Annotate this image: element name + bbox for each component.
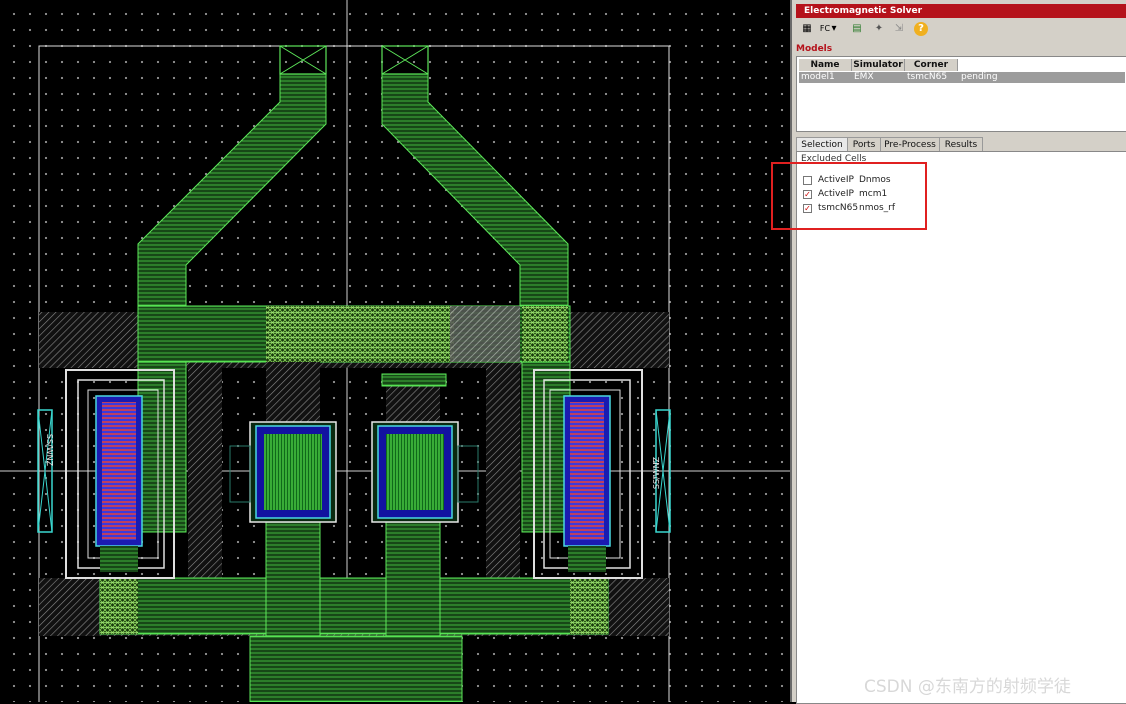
tab-results[interactable]: Results xyxy=(939,137,983,152)
device-label-left: SS/WNZ xyxy=(45,434,54,467)
model-simulator: EMX xyxy=(854,72,874,82)
model-corner: tsmcN65 xyxy=(907,72,948,82)
col-header-corner[interactable]: Corner xyxy=(905,59,958,71)
tab-ports[interactable]: Ports xyxy=(847,137,881,152)
model-status: pending xyxy=(961,72,998,82)
layout-canvas[interactable]: SS/WNZ SS/WNZ xyxy=(0,0,790,702)
device-label-right: SS/WNZ xyxy=(652,456,661,489)
tab-pre-process[interactable]: Pre-Process xyxy=(880,137,940,152)
watermark: CSDN @东南方的射频学徒 xyxy=(864,677,1071,697)
solver-toolbar: ▦ FC ▾ ▤ ✦ ⇲ ? xyxy=(796,20,1126,40)
col-header-name[interactable]: Name xyxy=(799,59,852,71)
selection-pane: Excluded Cells ActiveIP Dnmos ✓ ActiveIP… xyxy=(796,151,1126,704)
export-icon[interactable]: ⇲ xyxy=(892,22,906,36)
help-icon[interactable]: ? xyxy=(914,22,928,36)
dropdown-arrow-icon[interactable]: ▾ xyxy=(830,22,838,36)
tab-selection[interactable]: Selection xyxy=(796,137,848,152)
run-icon[interactable]: ✦ xyxy=(872,22,886,36)
models-table: Name Simulator Corner model1 EMX tsmcN65… xyxy=(796,56,1126,132)
model-name: model1 xyxy=(801,72,835,82)
table-row[interactable]: model1 EMX tsmcN65 pending xyxy=(799,72,1125,83)
models-label: Models xyxy=(796,44,833,54)
new-model-icon[interactable]: ▦ xyxy=(800,22,814,36)
grid-icon[interactable]: ▤ xyxy=(850,22,864,36)
panel-title: Electromagnetic Solver xyxy=(796,4,1126,18)
highlight-box xyxy=(771,162,927,230)
em-solver-panel: Electromagnetic Solver ▦ FC ▾ ▤ ✦ ⇲ ? Mo… xyxy=(790,0,1126,704)
col-header-simulator[interactable]: Simulator xyxy=(852,59,905,71)
